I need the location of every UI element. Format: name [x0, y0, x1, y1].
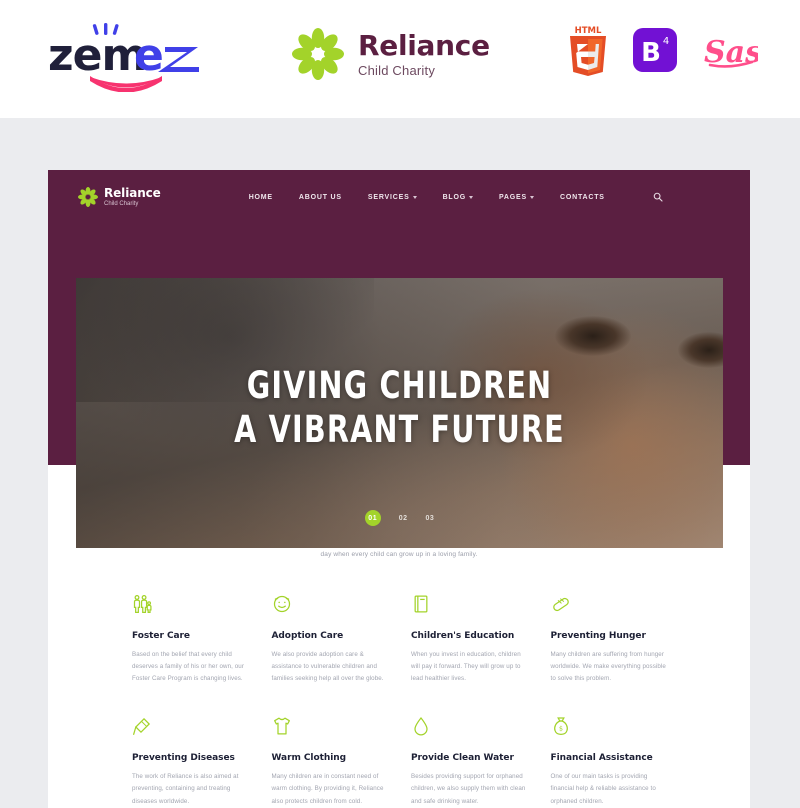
service-card-text: Many children are suffering from hunger … [550, 651, 666, 683]
brand-topbar: zem e Reliance Child Charity HTML B 4 Sa [0, 0, 800, 118]
service-card-provide-clean-water[interactable]: Provide Clean Water Besides providing su… [411, 715, 529, 807]
slider-dot-02[interactable]: 02 [399, 515, 408, 522]
service-card-text: We also provide adoption care & assistan… [271, 651, 384, 683]
hero-slider-pagination: 01 02 03 [76, 510, 723, 526]
hero-copy: GIVING CHILDREN A VIBRANT FUTURE [76, 364, 723, 451]
slider-dot-03[interactable]: 03 [426, 515, 435, 522]
hero-section: GIVING CHILDREN A VIBRANT FUTURE 01 02 0… [48, 224, 750, 548]
service-cards-grid: Foster Care Based on the belief that eve… [48, 593, 750, 808]
service-card-title: Provide Clean Water [411, 753, 514, 764]
nav-item-about-us[interactable]: ABOUT US [299, 194, 342, 201]
svg-text:zem: zem [48, 30, 146, 81]
nav-label: CONTACTS [559, 193, 605, 201]
service-card-text: One of our main tasks is providing finan… [550, 773, 656, 805]
service-card-foster-care[interactable]: Foster Care Based on the belief that eve… [132, 593, 250, 685]
nav-label: PAGES [498, 193, 527, 201]
service-card-warm-clothing[interactable]: Warm Clothing Many children are in const… [272, 715, 390, 807]
service-card-title: Financial Assistance [550, 753, 653, 764]
service-card-text: Besides providing support for orphaned c… [411, 773, 526, 805]
nav-item-contacts[interactable]: CONTACTS [560, 194, 605, 201]
site-navigation: HOME ABOUT US SERVICES BLOG PAGES CONTAC… [249, 192, 663, 202]
brand-name: Reliance [358, 28, 490, 62]
hero-heading-line-2: A VIBRANT FUTURE [234, 407, 565, 451]
family-icon [133, 595, 152, 613]
preview-canvas: Reliance Child Charity HOME ABOUT US SER… [0, 118, 800, 808]
service-card-preventing-hunger[interactable]: Preventing Hunger Many children are suff… [551, 593, 669, 685]
service-card-title: Foster Care [132, 631, 190, 642]
service-card-text: Many children are in constant need of wa… [271, 773, 384, 805]
search-icon[interactable] [653, 192, 663, 202]
chevron-down-icon [468, 195, 473, 199]
chevron-down-icon [529, 195, 534, 199]
nav-label: ABOUT US [298, 193, 342, 201]
service-card-title: Preventing Diseases [132, 753, 235, 764]
service-card-title: Children's Education [411, 631, 515, 642]
hero-heading-line-1: GIVING CHILDREN [246, 364, 553, 407]
bread-icon [552, 597, 569, 612]
service-card-title: Warm Clothing [271, 753, 347, 764]
website-preview: Reliance Child Charity HOME ABOUT US SER… [48, 170, 750, 808]
flower-logo-icon [292, 28, 344, 80]
book-icon [414, 595, 428, 613]
svg-text:$: $ [559, 726, 563, 733]
tech-badges: HTML B 4 Sass [566, 24, 758, 76]
svg-text:e: e [134, 30, 163, 81]
site-logo-name: Reliance [104, 186, 161, 200]
chevron-down-icon [412, 195, 417, 199]
nav-item-home[interactable]: HOME [249, 194, 273, 201]
water-drop-icon [414, 717, 428, 736]
service-card-preventing-diseases[interactable]: Preventing Diseases The work of Reliance… [132, 715, 250, 807]
service-card-financial-assistance[interactable]: $ Financial Assistance One of our main t… [551, 715, 669, 807]
service-card-adoption-care[interactable]: Adoption Care We also provide adoption c… [272, 593, 390, 685]
nav-item-blog[interactable]: BLOG [443, 194, 473, 201]
site-header: Reliance Child Charity HOME ABOUT US SER… [48, 170, 750, 224]
service-card-title: Adoption Care [271, 631, 344, 642]
service-card-text: The work of Reliance is also aimed at pr… [132, 773, 239, 805]
flower-logo-icon-small [78, 187, 98, 207]
smiley-baby-icon [273, 595, 290, 613]
service-card-text: When you invest in education, children w… [411, 651, 521, 683]
bootstrap-icon: B 4 [633, 28, 677, 72]
money-bag-icon: $ [553, 717, 568, 736]
syringe-icon [133, 718, 151, 736]
nav-item-services[interactable]: SERVICES [368, 194, 417, 201]
brand-subtitle: Child Charity [358, 62, 436, 78]
nav-label: HOME [248, 193, 273, 201]
site-logo-subtitle: Child Charity [104, 201, 139, 207]
reliance-brand: Reliance Child Charity [292, 28, 490, 80]
site-logo[interactable]: Reliance Child Charity [78, 187, 161, 207]
sass-icon: Sass [704, 35, 758, 70]
svg-text:B: B [641, 38, 661, 68]
nav-item-pages[interactable]: PAGES [499, 194, 534, 201]
html5-icon: HTML [570, 26, 606, 76]
service-card-text: Based on the belief that every child des… [132, 651, 244, 683]
nav-label: BLOG [442, 193, 466, 201]
svg-text:HTML: HTML [575, 26, 602, 36]
service-card-childrens-education[interactable]: Children's Education When you invest in … [411, 593, 529, 685]
zemez-logo[interactable]: zem e [46, 22, 206, 93]
slider-dot-01[interactable]: 01 [364, 510, 381, 526]
tshirt-icon [273, 717, 290, 735]
svg-text:4: 4 [663, 36, 669, 47]
hero-image: GIVING CHILDREN A VIBRANT FUTURE 01 02 0… [76, 278, 723, 548]
service-card-title: Preventing Hunger [550, 631, 646, 642]
nav-label: SERVICES [367, 193, 410, 201]
